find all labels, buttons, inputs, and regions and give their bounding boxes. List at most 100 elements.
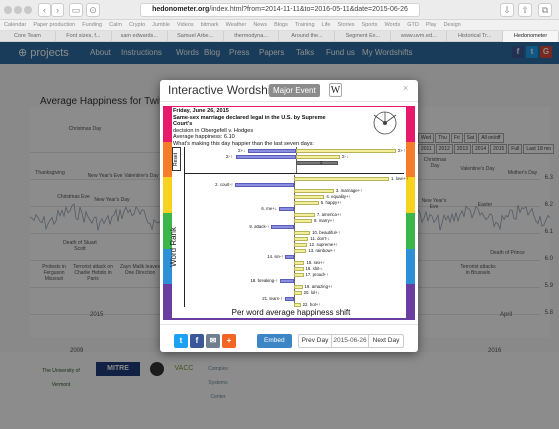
date-field[interactable]: 2015-06-26 [332,334,368,348]
address-bar[interactable]: hedonometer.org/index.html?from=2014-11-… [140,3,420,17]
word-bar[interactable] [278,207,294,211]
word-bar[interactable] [279,279,294,283]
sum-bar[interactable] [296,155,340,159]
bookmark-item[interactable]: Crypto [129,22,145,28]
browser-tab[interactable]: www.uvm.ed... [391,31,448,42]
bookmark-item[interactable]: Design [444,22,461,28]
browser-tab[interactable]: Historical Tr... [447,31,504,42]
twitter-share-icon[interactable]: t [174,334,188,348]
bookmark-item[interactable]: Jumble [152,22,170,28]
next-day-button[interactable]: Next Day [368,334,404,348]
browser-tab[interactable]: Font sizes, f... [56,31,112,42]
word-bar[interactable] [271,225,294,229]
word-bar[interactable] [294,291,302,295]
sum-label: Σ-↓ [342,154,349,159]
window-minimize-icon[interactable] [14,6,22,14]
bookmark-item[interactable]: Funding [82,22,102,28]
bookmark-item[interactable]: Weather [226,22,247,28]
bookmark-item[interactable]: Play [426,22,437,28]
browser-tab[interactable]: Samuel Arbe... [168,31,224,42]
browser-tab[interactable]: Segment Ex... [335,31,392,42]
sum-bar[interactable] [236,155,296,159]
word-bar[interactable] [294,213,315,217]
email-share-icon[interactable]: ✉ [206,334,220,348]
word-label: 15. sex+↑ [306,260,325,265]
bookmark-item[interactable]: Words [384,22,400,28]
word-bar[interactable] [294,231,311,235]
facebook-share-icon[interactable]: f [190,334,204,348]
window-close-icon[interactable] [4,6,12,14]
word-label: 19. amazing+↑ [304,284,333,289]
sum-bar[interactable] [296,149,396,153]
top-sites-icon[interactable]: ⊙ [86,3,100,17]
word-label: 8. marry+↑ [314,218,335,223]
word-label: 13. rainbow+↑ [308,248,336,253]
word-bar[interactable] [294,267,304,271]
word-bar[interactable] [285,255,294,259]
bookmark-item[interactable]: Paper production [33,22,75,28]
modal-title: Interactive Wordshift [168,83,278,97]
browser-tab[interactable]: Hedonometer [503,31,559,42]
event-headline: Same-sex marriage declared legal in the … [173,114,326,128]
word-bar[interactable] [294,189,334,193]
sum-divider [184,173,404,174]
more-share-icon[interactable]: + [222,334,236,348]
bookmark-item[interactable]: Calm [109,22,122,28]
bookmark-item[interactable]: Sports [362,22,378,28]
bookmark-item[interactable]: News [253,22,267,28]
bookmark-item[interactable]: Videos [177,22,194,28]
browser-tab[interactable]: Core Team [0,31,56,42]
word-bar[interactable] [294,261,305,265]
bookmark-item[interactable]: Blogs [274,22,288,28]
word-bar[interactable] [284,297,294,301]
bookmark-item[interactable]: GTD [407,22,419,28]
prev-day-button[interactable]: Prev Day [298,334,332,348]
word-bar[interactable] [294,243,308,247]
browser-tab[interactable]: Around the... [280,31,336,42]
tabs-overview-icon[interactable]: ⧉ [538,3,552,17]
embed-button[interactable]: Embed [257,334,292,348]
bookmark-item[interactable]: Training [295,22,315,28]
bookmark-item[interactable]: Life [322,22,331,28]
word-bar[interactable] [294,285,303,289]
sum-label: Σ+↑ [398,148,406,153]
word-bar[interactable] [235,183,294,187]
browser-window: ‹ › ▭ ⊙ hedonometer.org/index.html?from=… [0,0,559,429]
sum-bar[interactable] [296,161,338,165]
sum-bar[interactable] [248,149,296,153]
word-bar[interactable] [294,249,307,253]
modal-footer: t f ✉ + Embed Prev Day 2015-06-26 Next D… [160,324,418,352]
forward-button[interactable]: › [51,3,64,17]
window-zoom-icon[interactable] [24,6,32,14]
word-label: 2. court-↑ [215,182,234,187]
wordshift-chart[interactable]: Reset Word Rank Σ+↓ Σ+↑ Σ-↑ Σ-↓ Σ 1. love+↑ 2.… [169,147,408,307]
word-bar[interactable] [294,273,304,277]
word-bar[interactable] [294,219,313,223]
word-bar[interactable] [294,201,319,205]
word-label: 16. shit-↓ [305,266,323,271]
word-bar[interactable] [294,195,325,199]
tab-bar: Core Team Font sizes, f... sam edwards... S… [0,31,559,42]
url-path: /index.html?from=2014-11-11&to=2016-05-1… [209,6,408,13]
word-bar[interactable] [294,177,389,181]
word-bar[interactable] [294,237,309,241]
bookmark-item[interactable]: Stories [337,22,354,28]
bookmark-item[interactable]: Calendar [4,22,26,28]
back-button[interactable]: ‹ [38,3,51,17]
word-label: 4. equality+↑ [326,194,351,199]
close-icon[interactable]: × [403,83,408,93]
word-bar[interactable] [294,303,301,307]
browser-tab[interactable]: thermodyna... [224,31,280,42]
downloads-icon[interactable]: ⇩ [500,3,514,17]
browser-tab[interactable]: sam edwards... [112,31,168,42]
sidebar-toggle-icon[interactable]: ▭ [69,3,83,17]
share-icon[interactable]: ⇧ [518,3,532,17]
modal-header: Interactive Wordshift Major Event W × [160,80,418,102]
bookmark-item[interactable]: bitmark [201,22,219,28]
word-label: 6. me+↓ [261,206,277,211]
wikipedia-button[interactable]: W [329,83,342,97]
reset-button[interactable]: Reset [172,147,181,171]
sum-label: Σ+↓ [238,148,246,153]
event-headline-cont: decision in Obergefell v. Hodges [173,127,254,134]
sum-label: Σ-↑ [226,154,233,159]
